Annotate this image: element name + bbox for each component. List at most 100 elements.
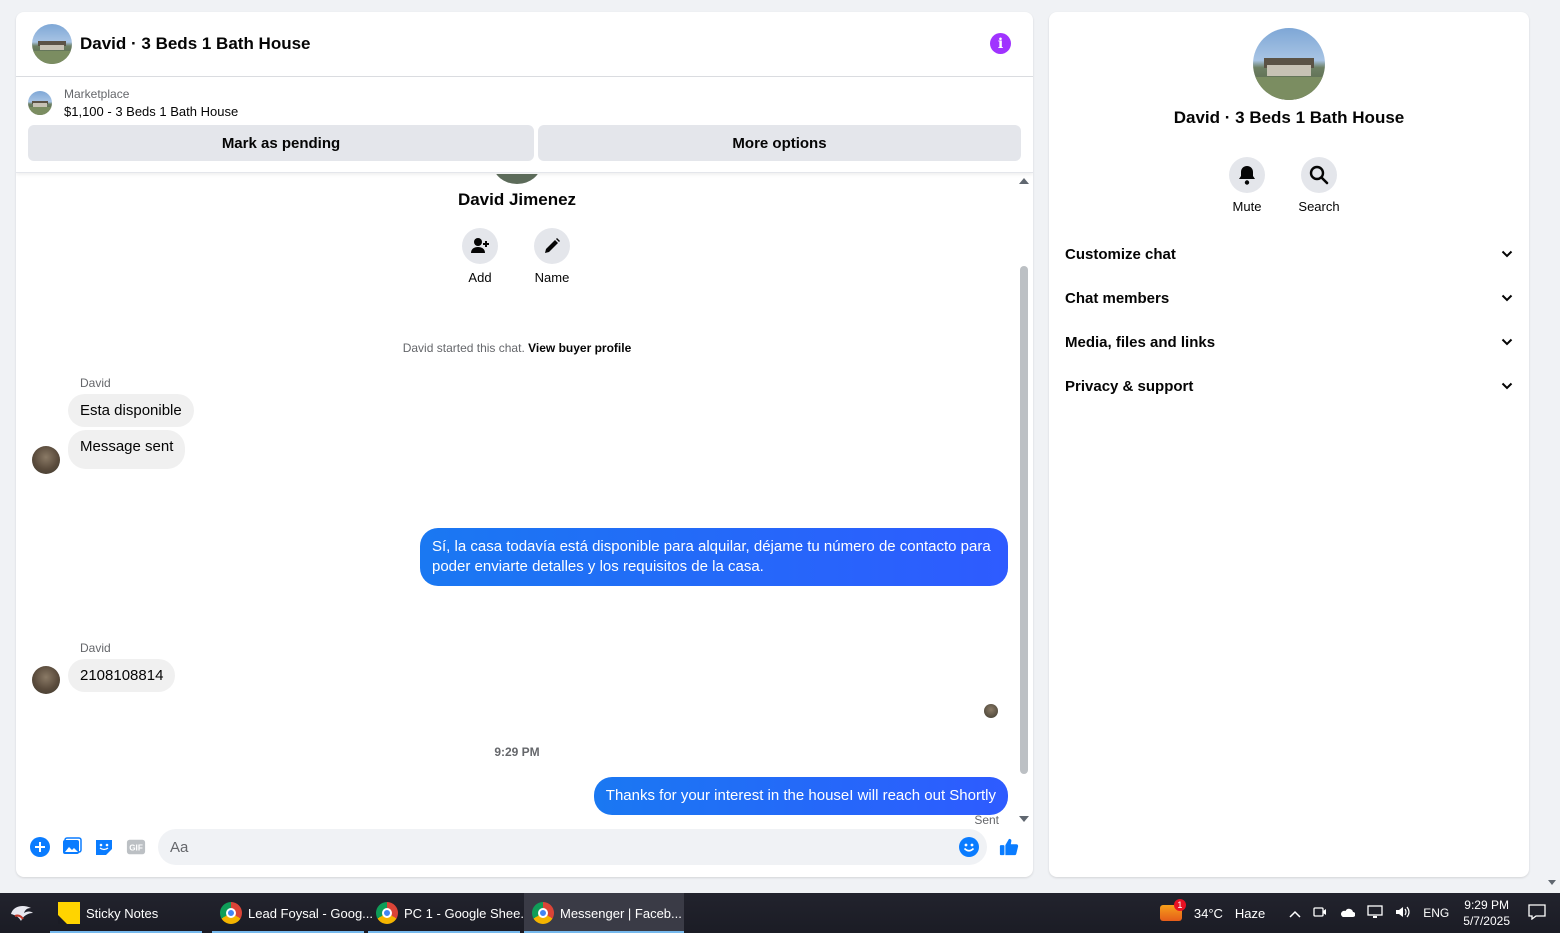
meet-now-icon[interactable] bbox=[1313, 905, 1327, 922]
weather-temperature[interactable]: 34°C bbox=[1194, 906, 1223, 921]
bell-icon[interactable] bbox=[1229, 157, 1265, 193]
taskbar-item-label: Lead Foysal - Goog... bbox=[248, 905, 374, 921]
taskbar-item-label: Messenger | Faceb... bbox=[560, 905, 682, 921]
sender-name: David bbox=[80, 641, 111, 655]
sender-avatar[interactable] bbox=[32, 446, 60, 474]
outgoing-message-line: poder enviarte detalles y los requisitos… bbox=[432, 558, 764, 575]
scroll-up-arrow[interactable] bbox=[1019, 178, 1029, 184]
taskbar-item-pc1-sheets[interactable]: PC 1 - Google Shee... bbox=[368, 893, 531, 933]
message-timestamp: 9:29 PM bbox=[494, 745, 540, 759]
message-scrollbar[interactable] bbox=[1019, 174, 1029, 828]
media-files-links-section[interactable]: Media, files and links bbox=[1049, 320, 1529, 364]
marketplace-label: Marketplace bbox=[64, 87, 130, 101]
chat-title[interactable]: David · 3 Beds 1 Bath House bbox=[80, 34, 311, 54]
weather-description[interactable]: Haze bbox=[1235, 906, 1265, 921]
message-list[interactable]: David Jimenez Add Name David started thi… bbox=[16, 174, 1033, 828]
system-text: David started this chat. bbox=[402, 341, 525, 355]
gif-icon[interactable]: GIF bbox=[126, 837, 146, 857]
message-composer: GIF bbox=[16, 817, 1033, 877]
privacy-support-section[interactable]: Privacy & support bbox=[1049, 364, 1529, 408]
taskbar-item-lead-foysal[interactable]: Lead Foysal - Goog... bbox=[212, 893, 373, 933]
info-icon[interactable]: i bbox=[990, 33, 1011, 54]
add-person-icon[interactable] bbox=[462, 228, 498, 264]
add-person-action[interactable]: Add bbox=[462, 228, 498, 285]
taskbar-item-label: Sticky Notes bbox=[86, 905, 159, 921]
thumbs-up-icon[interactable] bbox=[999, 837, 1019, 857]
sender-avatar[interactable] bbox=[32, 666, 60, 694]
outgoing-message-line: Sí, la casa todavía está disponible para… bbox=[432, 538, 991, 555]
outgoing-message[interactable]: Sí, la casa todavía está disponible para… bbox=[420, 528, 1008, 586]
sender-name: David bbox=[80, 376, 111, 390]
taskbar: Sticky Notes Lead Foysal - Goog... PC 1 … bbox=[0, 893, 1560, 933]
section-label: Chat members bbox=[1065, 289, 1170, 307]
mute-action[interactable]: Mute bbox=[1229, 157, 1265, 214]
message-input[interactable] bbox=[170, 838, 950, 856]
outgoing-message[interactable]: Thanks for your interest in the houseI w… bbox=[593, 777, 1008, 815]
more-options-button[interactable]: More options bbox=[538, 125, 1021, 161]
pencil-icon[interactable] bbox=[534, 228, 570, 264]
chrome-icon bbox=[220, 902, 242, 924]
chevron-down-icon bbox=[1501, 382, 1513, 390]
profile-avatar bbox=[493, 174, 541, 184]
conversation-avatar[interactable] bbox=[1253, 28, 1325, 100]
search-action[interactable]: Search bbox=[1298, 157, 1340, 214]
taskbar-item-sticky-notes[interactable]: Sticky Notes bbox=[50, 893, 202, 933]
name-label: Name bbox=[534, 270, 570, 285]
weather-icon[interactable]: 1 bbox=[1159, 899, 1186, 921]
chat-avatar[interactable] bbox=[32, 24, 72, 64]
sticky-notes-icon bbox=[58, 902, 80, 924]
chat-header: David · 3 Beds 1 Bath House i bbox=[16, 12, 1033, 77]
profile-name: David Jimenez bbox=[457, 190, 577, 209]
search-label: Search bbox=[1298, 199, 1340, 214]
conversation-info-panel: David · 3 Beds 1 Bath House Mute Search … bbox=[1049, 12, 1529, 877]
chat-panel: David · 3 Beds 1 Bath House i Marketplac… bbox=[16, 12, 1033, 877]
marketplace-bar: Marketplace $1,100 - 3 Beds 1 Bath House… bbox=[16, 77, 1033, 173]
sticker-icon[interactable] bbox=[94, 837, 114, 857]
chevron-down-icon bbox=[1501, 250, 1513, 258]
onedrive-cloud-icon[interactable] bbox=[1339, 906, 1356, 921]
view-buyer-profile-link[interactable]: View buyer profile bbox=[528, 341, 631, 355]
clock[interactable]: 9:29 PM 5/7/2025 bbox=[1463, 897, 1510, 929]
incoming-message[interactable]: Message sent bbox=[68, 430, 186, 469]
section-label: Privacy & support bbox=[1065, 377, 1194, 395]
chat-members-section[interactable]: Chat members bbox=[1049, 276, 1529, 320]
taskbar-item-messenger[interactable]: Messenger | Faceb... bbox=[524, 893, 684, 933]
page-scroll-down-arrow[interactable] bbox=[1548, 880, 1556, 885]
svg-text:GIF: GIF bbox=[129, 844, 143, 853]
search-icon[interactable] bbox=[1301, 157, 1337, 193]
section-label: Customize chat bbox=[1065, 245, 1176, 263]
photo-icon[interactable] bbox=[62, 837, 82, 857]
weather-badge: 1 bbox=[1173, 899, 1186, 911]
taskbar-item-label: PC 1 - Google Shee... bbox=[404, 905, 532, 921]
chrome-icon bbox=[532, 902, 554, 924]
section-label: Media, files and links bbox=[1065, 333, 1216, 351]
mark-as-pending-button[interactable]: Mark as pending bbox=[28, 125, 534, 161]
language-indicator[interactable]: ENG bbox=[1423, 906, 1449, 920]
incoming-message[interactable]: 2108108814 bbox=[68, 659, 176, 692]
incoming-message[interactable]: Esta disponible bbox=[68, 394, 194, 427]
edit-name-action[interactable]: Name bbox=[534, 228, 570, 285]
add-label: Add bbox=[468, 270, 492, 285]
chrome-icon bbox=[376, 902, 398, 924]
network-icon[interactable] bbox=[1367, 904, 1383, 922]
plus-icon[interactable] bbox=[30, 837, 50, 857]
chat-started-notice: David started this chat. View buyer prof… bbox=[16, 341, 1018, 355]
listing-thumbnail[interactable] bbox=[28, 91, 52, 115]
chevron-down-icon bbox=[1501, 338, 1513, 346]
start-icon[interactable] bbox=[0, 893, 44, 933]
show-hidden-icons-icon[interactable] bbox=[1289, 906, 1301, 921]
clock-time: 9:29 PM bbox=[1464, 898, 1509, 912]
volume-icon[interactable] bbox=[1395, 905, 1411, 922]
mute-label: Mute bbox=[1232, 199, 1262, 214]
clock-date: 5/7/2025 bbox=[1463, 914, 1510, 928]
scroll-thumb[interactable] bbox=[1020, 266, 1028, 774]
message-input-container[interactable] bbox=[158, 829, 987, 865]
system-tray: 1 34°C Haze ENG 9:29 PM 5/7/2025 bbox=[1154, 893, 1560, 933]
customize-chat-section[interactable]: Customize chat bbox=[1049, 232, 1529, 276]
notifications-icon[interactable] bbox=[1528, 903, 1546, 923]
conversation-title: David · 3 Beds 1 Bath House bbox=[1173, 108, 1405, 127]
chevron-down-icon bbox=[1501, 294, 1513, 302]
seen-indicator bbox=[984, 704, 998, 718]
listing-title[interactable]: $1,100 - 3 Beds 1 Bath House bbox=[64, 104, 238, 119]
emoji-icon[interactable] bbox=[959, 837, 979, 861]
